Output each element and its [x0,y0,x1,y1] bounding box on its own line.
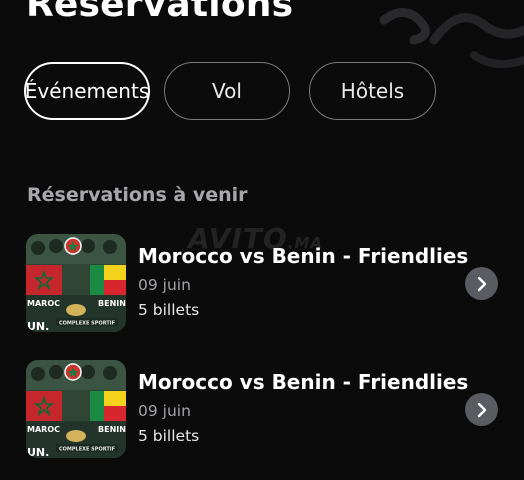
event-thumbnail: MAROC BENIN UN. COMPLEXE SPORTIF [26,234,126,332]
event-date: 09 juin [138,276,191,294]
ticket-count: 5 billets [138,427,200,445]
open-reservation-button[interactable] [465,267,498,300]
chevron-right-icon [477,276,486,291]
tab-events[interactable]: Événements [24,62,150,120]
reservation-card[interactable]: MAROC BENIN UN. COMPLEXE SPORTIF Morocco… [26,234,524,334]
thumb-label-bottom: UN. [27,320,49,332]
thumb-label-left: MAROC [27,425,60,434]
event-title: Morocco vs Benin - Friendlies [138,244,469,268]
section-title: Réservations à venir [27,184,248,206]
thumb-label-right: BENIN [98,299,126,308]
thumb-banner: COMPLEXE SPORTIF [59,447,115,453]
event-title: Morocco vs Benin - Friendlies [138,370,469,394]
event-date: 09 juin [138,402,191,420]
page-title: Réservations [26,0,294,25]
chevron-right-icon [477,402,486,417]
reservations-screen: Réservations Événements Vol Hôtels Réser… [0,0,524,480]
event-thumbnail: MAROC BENIN UN. COMPLEXE SPORTIF [26,360,126,458]
tab-flight[interactable]: Vol [164,62,290,120]
thumb-label-left: MAROC [27,299,60,308]
tab-hotels[interactable]: Hôtels [309,62,436,120]
open-reservation-button[interactable] [465,393,498,426]
thumb-banner: COMPLEXE SPORTIF [59,321,115,327]
ticket-count: 5 billets [138,301,200,319]
reservation-card[interactable]: MAROC BENIN UN. COMPLEXE SPORTIF Morocco… [26,360,524,460]
background-decoration [379,8,524,68]
thumb-label-bottom: UN. [27,446,49,458]
thumb-label-right: BENIN [98,425,126,434]
